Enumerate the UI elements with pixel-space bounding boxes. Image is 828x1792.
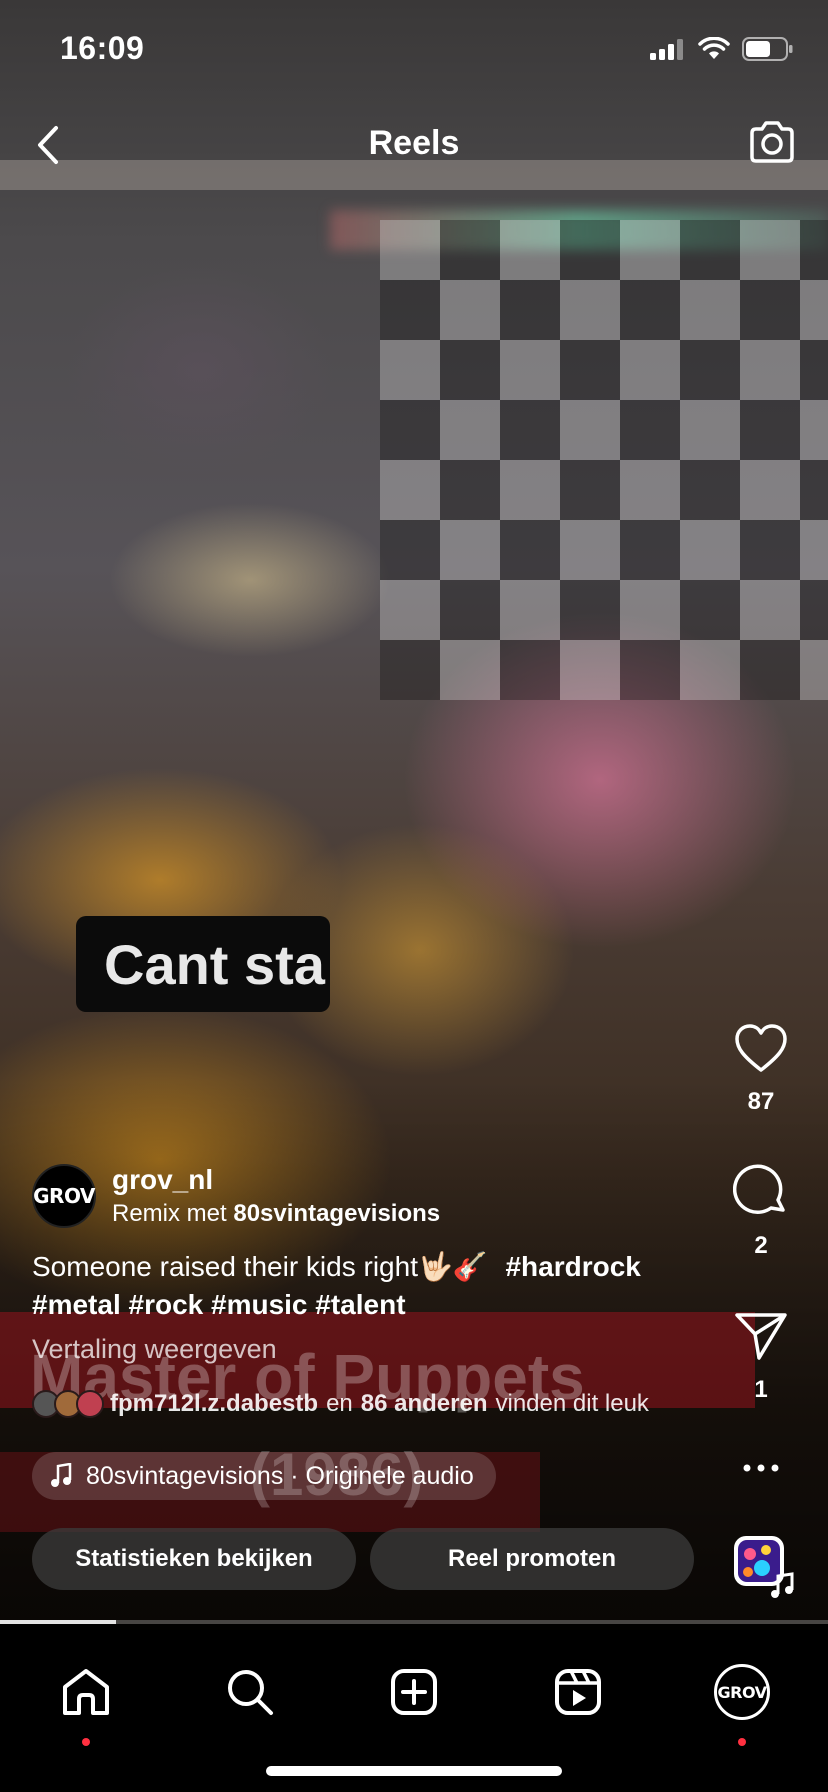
remix-prefix: Remix met: [112, 1200, 227, 1227]
author-avatar[interactable]: GROV: [32, 1164, 96, 1228]
audio-pill[interactable]: 80svintagevisions · Originele audio: [32, 1452, 496, 1500]
liked-by-suffix: vinden dit leuk: [495, 1390, 649, 1417]
shares-count: 1: [754, 1376, 768, 1403]
camera-icon: [750, 121, 794, 163]
liker-avatars: [32, 1390, 104, 1418]
author-username[interactable]: grov_nl: [112, 1164, 213, 1196]
home-notification-dot: [82, 1738, 90, 1746]
video-caption: Cant sta: [76, 916, 330, 1012]
remix-line[interactable]: Remix met 80svintagevisions: [112, 1200, 440, 1228]
wifi-icon: [698, 37, 730, 59]
comment-icon: [733, 1164, 785, 1214]
description-text: Someone raised their kids right🤟🏻🎸: [32, 1251, 488, 1282]
page-title: Reels: [368, 124, 460, 162]
camera-button[interactable]: [746, 116, 798, 168]
video-caption-text: Cant sta: [104, 932, 325, 996]
shelf: [0, 160, 828, 190]
status-time: 16:09: [60, 30, 145, 66]
tab-create[interactable]: [374, 1652, 454, 1732]
profile-avatar: GROV: [714, 1664, 770, 1720]
tab-profile[interactable]: GROV: [702, 1652, 782, 1746]
more-icon: [743, 1464, 779, 1472]
battery-icon: [742, 37, 793, 61]
share-action[interactable]: 1: [726, 1310, 796, 1404]
profile-notification-dot: [738, 1738, 746, 1746]
profile-avatar-text: GROV: [717, 1682, 767, 1702]
view-insights-button[interactable]: Statistieken bekijken: [32, 1528, 356, 1590]
comments-count: 2: [754, 1232, 768, 1259]
reel-description[interactable]: Someone raised their kids right🤟🏻🎸 #hard…: [32, 1248, 732, 1324]
author-avatar-text: GROV: [33, 1184, 95, 1208]
liker-avatar: [76, 1390, 104, 1418]
remix-account[interactable]: 80svintagevisions: [233, 1200, 440, 1227]
checkered-wall: [380, 220, 828, 700]
promote-reel-button[interactable]: Reel promoten: [370, 1528, 694, 1590]
liked-by-connector: en: [326, 1390, 353, 1417]
status-bar: 16:09: [0, 0, 828, 100]
create-icon: [391, 1669, 437, 1715]
hashtags-line1[interactable]: #hardrock: [505, 1251, 640, 1282]
translate-link[interactable]: Vertaling weergeven: [32, 1334, 277, 1365]
more-options-button[interactable]: [726, 1462, 796, 1474]
liked-by-user[interactable]: fpm712l.z.dabestb: [110, 1390, 318, 1418]
like-action[interactable]: 87: [726, 1022, 796, 1116]
heart-icon: [735, 1024, 787, 1072]
likes-count: 87: [747, 1088, 775, 1115]
liked-by-others[interactable]: 86 anderen: [361, 1390, 488, 1418]
search-icon: [228, 1670, 273, 1715]
home-indicator[interactable]: [266, 1766, 562, 1776]
audio-cover-icon: [734, 1536, 794, 1598]
tab-reels[interactable]: [538, 1652, 618, 1732]
audio-label: 80svintagevisions · Originele audio: [86, 1461, 474, 1490]
tab-home[interactable]: [46, 1652, 126, 1746]
send-icon: [735, 1313, 787, 1360]
tab-search[interactable]: [210, 1652, 290, 1732]
reel-video[interactable]: Cant sta Master of Puppets (1986): [0, 0, 828, 1624]
bottom-tab-bar: GROV: [0, 1624, 828, 1792]
audio-sticker[interactable]: [730, 1532, 798, 1600]
liked-by-row[interactable]: fpm712l.z.dabestb en 86 anderen vinden d…: [32, 1390, 649, 1418]
status-icons: [650, 36, 794, 62]
home-icon: [63, 1669, 109, 1715]
music-note-icon: [51, 1463, 72, 1487]
reels-icon: [555, 1669, 601, 1715]
comment-action[interactable]: 2: [726, 1164, 796, 1260]
hashtags-line2[interactable]: #metal #rock #music #talent: [32, 1289, 406, 1320]
cellular-signal-icon: [650, 39, 683, 60]
